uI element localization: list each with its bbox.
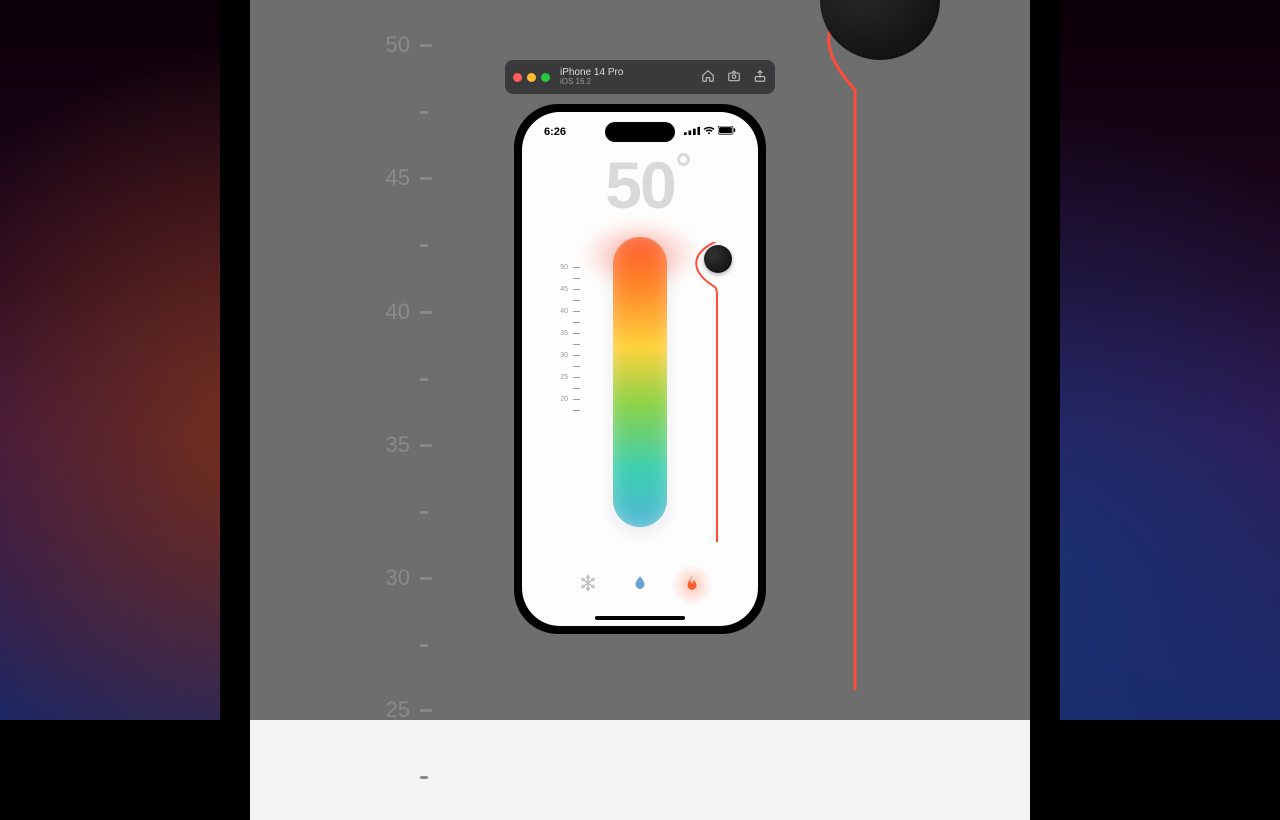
background-slider-curve bbox=[825, 0, 885, 690]
scale-minor-tick bbox=[556, 405, 580, 416]
window-minimize-button[interactable] bbox=[527, 73, 536, 82]
scale-tick-mark bbox=[573, 344, 580, 346]
scale-major-tick: 20 bbox=[556, 394, 580, 405]
scale-tick-label: 50 bbox=[556, 264, 568, 271]
background-scale-minor-tick bbox=[420, 378, 428, 381]
background-scale-minor-tick bbox=[420, 644, 428, 647]
scale-tick-label: 45 bbox=[556, 286, 568, 293]
scale-minor-tick bbox=[556, 383, 580, 394]
simulator-toolbar: iPhone 14 Pro iOS 16.2 bbox=[505, 60, 775, 94]
flame-icon bbox=[683, 574, 701, 597]
background-scale-label: 35 bbox=[360, 432, 410, 458]
phone-screen: 6:26 50 50 45 40 35 30 25 20 bbox=[522, 112, 758, 626]
scale-tick-mark bbox=[573, 388, 580, 390]
background-bezel-right bbox=[1030, 0, 1060, 770]
screenshot-icon[interactable] bbox=[727, 69, 741, 86]
window-zoom-button[interactable] bbox=[541, 73, 550, 82]
degree-icon bbox=[677, 153, 690, 166]
scale-minor-tick bbox=[556, 295, 580, 306]
scale-minor-tick bbox=[556, 273, 580, 284]
scale-tick-mark bbox=[573, 278, 580, 280]
scale-tick-mark bbox=[573, 267, 580, 269]
window-controls[interactable] bbox=[513, 73, 550, 82]
mode-heat-button[interactable] bbox=[679, 572, 705, 598]
phone-frame: 6:26 50 50 45 40 35 30 25 20 bbox=[514, 104, 766, 634]
background-bezel-left bbox=[220, 0, 250, 770]
scale-tick-mark bbox=[573, 366, 580, 368]
scale-tick-mark bbox=[573, 333, 580, 335]
droplet-icon bbox=[631, 574, 649, 597]
battery-icon bbox=[718, 126, 736, 138]
scale-minor-tick bbox=[556, 317, 580, 328]
background-scale-label: 45 bbox=[360, 165, 410, 191]
home-indicator[interactable] bbox=[595, 616, 685, 620]
scale-tick-label: 25 bbox=[556, 374, 568, 381]
background-scale-tick bbox=[420, 709, 432, 712]
scale-tick-label: 30 bbox=[556, 352, 568, 359]
background-scale-tick bbox=[420, 44, 432, 47]
background-scale-label: 50 bbox=[360, 32, 410, 58]
scale-major-tick: 35 bbox=[556, 328, 580, 339]
scale-tick-label: 35 bbox=[556, 330, 568, 337]
temperature-scale: 50 45 40 35 30 25 20 bbox=[556, 262, 580, 416]
background-scale-label: 30 bbox=[360, 565, 410, 591]
scale-major-tick: 25 bbox=[556, 372, 580, 383]
background-scale-tick bbox=[420, 311, 432, 314]
scale-tick-mark bbox=[573, 377, 580, 379]
mode-switcher bbox=[522, 572, 758, 598]
scale-major-tick: 50 bbox=[556, 262, 580, 273]
scale-minor-tick bbox=[556, 339, 580, 350]
status-time: 6:26 bbox=[544, 126, 566, 138]
background-scale-tick bbox=[420, 177, 432, 180]
scale-tick-mark bbox=[573, 311, 580, 313]
share-icon[interactable] bbox=[753, 69, 767, 86]
home-icon[interactable] bbox=[701, 69, 715, 86]
scale-tick-label: 20 bbox=[556, 396, 568, 403]
slider-track-curve bbox=[682, 242, 732, 542]
simulator-title: iPhone 14 Pro iOS 16.2 bbox=[560, 67, 623, 87]
snowflake-icon bbox=[579, 574, 597, 597]
thermometer-bar[interactable] bbox=[613, 237, 667, 527]
scale-major-tick: 40 bbox=[556, 306, 580, 317]
background-scale-minor-tick bbox=[420, 776, 428, 779]
dynamic-island bbox=[605, 122, 675, 142]
background-scale-label: 40 bbox=[360, 299, 410, 325]
scale-tick-mark bbox=[573, 355, 580, 357]
mode-cold-button[interactable] bbox=[575, 572, 601, 598]
window-close-button[interactable] bbox=[513, 73, 522, 82]
scale-tick-mark bbox=[573, 399, 580, 401]
cellular-icon bbox=[684, 126, 700, 138]
scale-tick-mark bbox=[573, 289, 580, 291]
background-scale-minor-tick bbox=[420, 244, 428, 247]
scale-major-tick: 45 bbox=[556, 284, 580, 295]
scale-tick-label: 40 bbox=[556, 308, 568, 315]
scale-minor-tick bbox=[556, 361, 580, 372]
background-scale-label: 25 bbox=[360, 697, 410, 723]
wifi-icon bbox=[703, 126, 715, 138]
background-scale-tick bbox=[420, 577, 432, 580]
scale-tick-mark bbox=[573, 410, 580, 412]
simulator-os-label: iOS 16.2 bbox=[560, 78, 623, 87]
scale-tick-mark bbox=[573, 300, 580, 302]
scale-tick-mark bbox=[573, 322, 580, 324]
background-scale-tick bbox=[420, 444, 432, 447]
background-scale-minor-tick bbox=[420, 511, 428, 514]
slider-knob[interactable] bbox=[704, 245, 732, 273]
scale-major-tick: 30 bbox=[556, 350, 580, 361]
background-scale-minor-tick bbox=[420, 111, 428, 114]
mode-water-button[interactable] bbox=[627, 572, 653, 598]
temperature-display: 50 bbox=[522, 147, 758, 223]
temperature-value: 50 bbox=[605, 148, 674, 222]
